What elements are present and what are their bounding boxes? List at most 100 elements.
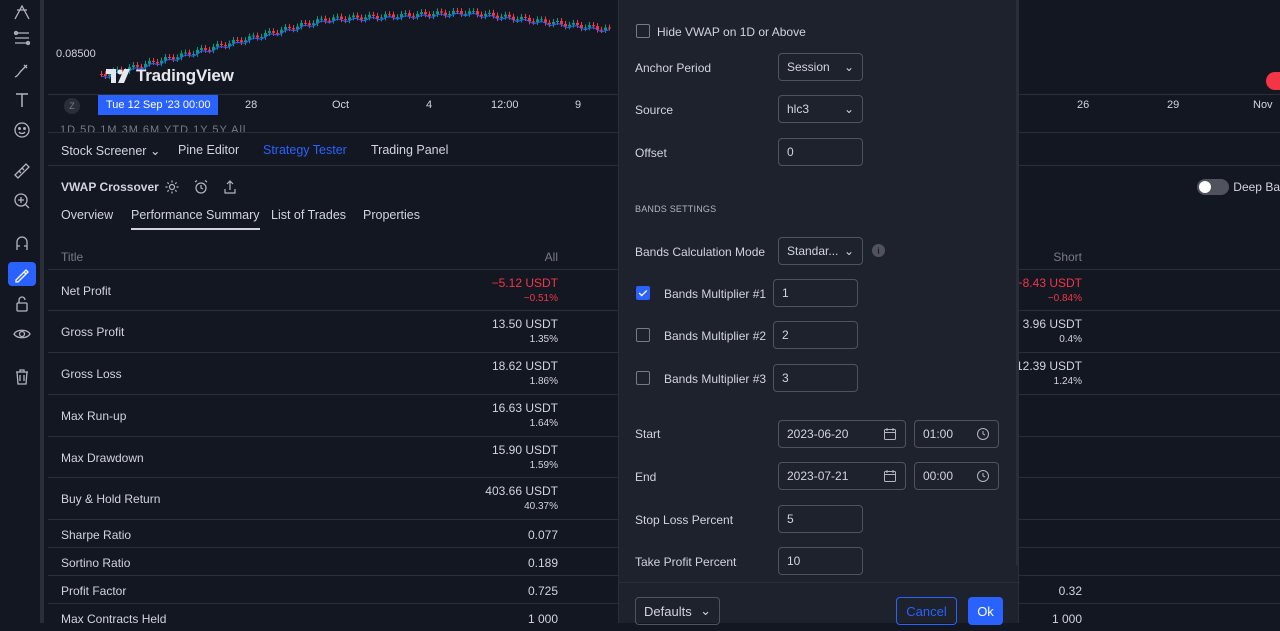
pattern-tool-icon[interactable]: [8, 0, 36, 24]
row-title: Buy & Hold Return: [61, 492, 161, 506]
tab-strategy-tester[interactable]: Strategy Tester: [263, 143, 347, 157]
short-value: 1 000: [1051, 612, 1082, 626]
end-date-input[interactable]: 2023-07-21: [778, 462, 906, 490]
candle-body: [600, 29, 603, 31]
cancel-button[interactable]: Cancel: [896, 597, 957, 625]
candle-body: [524, 16, 527, 18]
candle-body: [516, 19, 519, 21]
candle-body: [448, 13, 451, 16]
trash-icon[interactable]: [8, 365, 36, 389]
tab-list-of-trades[interactable]: List of Trades: [271, 208, 346, 228]
candle-body: [520, 16, 523, 20]
source-select[interactable]: hlc3 ⌄: [778, 95, 863, 123]
candle-body: [220, 43, 223, 46]
text-tool-icon[interactable]: [8, 88, 36, 112]
stop-loss-label: Stop Loss Percent: [635, 513, 734, 527]
candle-body: [288, 26, 291, 29]
time-label: 12:00: [491, 99, 519, 111]
fib-tool-icon[interactable]: [8, 26, 36, 50]
strategy-subtabs: Overview Performance Summary List of Tra…: [48, 200, 618, 232]
export-icon[interactable]: [222, 179, 238, 195]
dialog-scrollbar[interactable]: [1016, 0, 1019, 566]
offset-label: Offset: [635, 146, 667, 160]
candle-body: [472, 11, 475, 13]
row-title: Max Run-up: [61, 409, 127, 423]
deep-backtest-label: Deep Ba: [1233, 180, 1280, 194]
anchor-period-select[interactable]: Session ⌄: [778, 53, 863, 81]
deep-backtest-toggle[interactable]: [1197, 179, 1229, 195]
hide-vwap-checkbox[interactable]: [636, 24, 650, 38]
tab-stock-screener[interactable]: Stock Screener ⌄: [61, 143, 160, 158]
chevron-down-icon: ⌄: [843, 102, 854, 116]
candle-body: [328, 20, 331, 22]
ok-button[interactable]: Ok: [968, 597, 1003, 625]
candle-body: [500, 16, 503, 19]
stop-loss-input[interactable]: 5: [778, 505, 863, 533]
row-title: Gross Profit: [61, 325, 125, 339]
offset-input[interactable]: 0: [778, 138, 863, 166]
eye-icon[interactable]: [8, 322, 36, 346]
candle-body: [552, 22, 555, 25]
zoom-in-icon[interactable]: [8, 189, 36, 213]
lock-icon[interactable]: [8, 292, 36, 316]
magnet-icon[interactable]: [8, 231, 36, 255]
all-value: 0.189: [527, 556, 558, 570]
candle-body: [420, 12, 423, 14]
bands-multiplier-3-input[interactable]: 3: [773, 364, 858, 392]
tab-pine-editor[interactable]: Pine Editor: [178, 143, 239, 157]
defaults-button[interactable]: Defaults ⌄: [635, 597, 720, 625]
candle-body: [276, 32, 279, 34]
bands-multiplier-2-input[interactable]: 2: [773, 321, 858, 349]
alarm-icon[interactable]: [193, 179, 209, 195]
take-profit-input[interactable]: 10: [778, 547, 863, 575]
candle-body: [388, 14, 391, 16]
candle-body: [340, 16, 343, 20]
chevron-down-icon: ⌄: [843, 60, 854, 74]
short-value: 3.96 USDT: [1022, 317, 1082, 331]
candle-body: [368, 14, 371, 18]
candle-body: [352, 15, 355, 18]
bands-multiplier-2-checkbox[interactable]: [636, 328, 650, 342]
tab-trading-panel[interactable]: Trading Panel: [371, 143, 448, 157]
bands-multiplier-1-checkbox[interactable]: [636, 286, 650, 300]
short-value: 0.32: [1058, 584, 1082, 598]
brush-tool-icon[interactable]: [8, 58, 36, 82]
flag-icon[interactable]: [1266, 72, 1280, 90]
all-value: 0.077: [527, 528, 558, 542]
candle-body: [456, 10, 459, 12]
strategy-name: VWAP Crossover: [61, 180, 159, 194]
candle-body: [508, 14, 511, 17]
short-percent: 1.24%: [1053, 376, 1082, 387]
timezone-badge[interactable]: Z: [64, 98, 80, 114]
lock-drawing-mode-icon[interactable]: [8, 262, 36, 286]
candle-body: [480, 14, 483, 17]
bands-mode-select[interactable]: Standar... ⌄: [778, 237, 863, 265]
candle-body: [356, 15, 359, 18]
candle-body: [424, 12, 427, 15]
anchor-period-label: Anchor Period: [635, 61, 712, 75]
all-value: −5.12 USDT: [491, 276, 558, 290]
candle-body: [548, 22, 551, 25]
start-date-input[interactable]: 2023-06-20: [778, 420, 906, 448]
bands-multiplier-1-input[interactable]: 1: [773, 279, 858, 307]
ruler-icon[interactable]: [8, 159, 36, 183]
end-time-input[interactable]: 00:00: [914, 462, 999, 490]
info-icon[interactable]: i: [872, 244, 885, 257]
emoji-tool-icon[interactable]: [8, 118, 36, 142]
bands-multiplier-3-checkbox[interactable]: [636, 371, 650, 385]
candle-body: [176, 57, 179, 60]
clock-icon: [977, 428, 989, 440]
candle-body: [396, 17, 399, 19]
left-toolbar: [0, 0, 44, 623]
start-time-input[interactable]: 01:00: [914, 420, 999, 448]
candle-body: [244, 40, 247, 43]
tab-performance-summary[interactable]: Performance Summary: [131, 208, 260, 230]
tab-properties[interactable]: Properties: [363, 208, 420, 228]
settings-gear-icon[interactable]: [164, 179, 180, 195]
candle-body: [152, 60, 155, 62]
candle-body: [156, 61, 159, 64]
tab-overview[interactable]: Overview: [61, 208, 113, 228]
tradingview-logo: TradingView: [106, 66, 234, 86]
bands-mode-label: Bands Calculation Mode: [635, 245, 766, 259]
all-value: 1 000: [527, 612, 558, 626]
